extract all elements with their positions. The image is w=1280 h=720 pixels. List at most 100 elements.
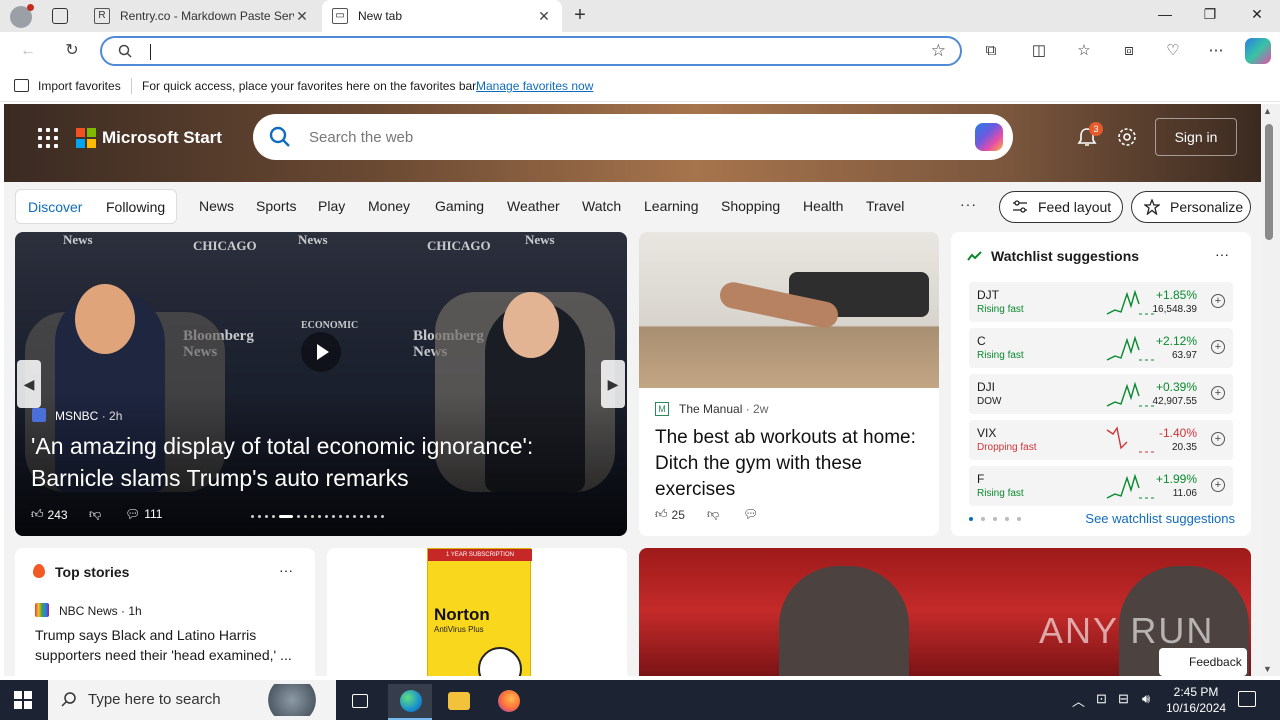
copilot-icon[interactable] (975, 123, 1003, 151)
category-money[interactable]: Money (368, 198, 410, 214)
firefox-taskbar-button[interactable] (486, 684, 530, 720)
more-categories-button[interactable]: ··· (960, 196, 977, 212)
brand-title[interactable]: Microsoft Start (102, 128, 222, 148)
tray-chevron-icon[interactable]: ︿ (1072, 691, 1085, 710)
scroll-up-arrow-icon[interactable]: ▲ (1263, 106, 1272, 116)
tab-new-tab[interactable]: ▭ New tab ✕ (322, 0, 562, 32)
notification-badge: 3 (1089, 122, 1103, 136)
close-icon[interactable]: ✕ (294, 8, 310, 25)
scrollbar-thumb[interactable] (1265, 124, 1273, 240)
like-button[interactable]: 👍︎ 25 (655, 507, 685, 522)
sign-in-button[interactable]: Sign in (1155, 118, 1237, 156)
tab-discover[interactable]: Discover (28, 199, 82, 215)
favorites-icon[interactable]: ☆ (1073, 41, 1095, 61)
profile-icon[interactable] (10, 4, 34, 28)
backdrop-text: ECONOMIC (301, 320, 359, 331)
tab-following[interactable]: Following (106, 199, 165, 215)
personalize-button[interactable]: Personalize (1131, 191, 1251, 223)
new-tab-button[interactable]: + (570, 5, 590, 27)
feedback-button[interactable]: Feedback (1159, 648, 1247, 676)
msnbc-logo-icon (32, 408, 46, 422)
window-close-button[interactable]: ✕ (1247, 6, 1267, 26)
settings-gear-icon[interactable] (1116, 126, 1138, 148)
copilot-icon[interactable] (1245, 38, 1271, 64)
featured-card[interactable]: ANY RUN Feedback (639, 548, 1251, 676)
main-story-card[interactable]: News CHICAGO News CHICAGO News Bloomberg… (15, 232, 627, 536)
network-icon[interactable]: ⊟ (1118, 691, 1129, 707)
carousel-prev-button[interactable]: ◀ (17, 360, 41, 408)
add-to-watchlist-icon[interactable]: + (1211, 294, 1225, 308)
new-tab-page: Microsoft Start Search the web 3 Sign in… (4, 104, 1261, 676)
refresh-button[interactable]: ↻ (62, 41, 82, 61)
web-search-box[interactable]: Search the web (253, 114, 1013, 160)
browser-essentials-icon[interactable]: ♡ (1162, 41, 1184, 61)
import-favorites-button[interactable]: Import favorites (38, 79, 121, 93)
split-screen-icon[interactable]: ◫ (1028, 41, 1050, 61)
add-to-watchlist-icon[interactable]: + (1211, 432, 1225, 446)
address-input[interactable] (148, 41, 908, 61)
carousel-next-button[interactable]: ▶ (601, 360, 625, 408)
notification-center-icon[interactable] (1238, 691, 1256, 707)
scroll-down-arrow-icon[interactable]: ▼ (1263, 664, 1272, 674)
article-title[interactable]: The best ab workouts at home: Ditch the … (655, 425, 929, 503)
address-bar[interactable]: ☆ (100, 36, 962, 66)
like-button[interactable]: 👍︎ 243 (31, 507, 68, 522)
category-news[interactable]: News (199, 198, 234, 214)
minimize-button[interactable]: — (1155, 6, 1175, 26)
watchlist-row[interactable]: F Rising fast +1.99% 11.06 + (969, 466, 1233, 506)
checkmark-icon (478, 647, 522, 676)
watchlist-row[interactable]: VIX Dropping fast -1.40% 20.35 + (969, 420, 1233, 460)
page-scrollbar[interactable]: ▲ ▼ (1261, 104, 1280, 676)
category-gaming[interactable]: Gaming (435, 198, 484, 214)
ad-card[interactable]: 1 YEAR SUBSCRIPTION Norton AntiVirus Plu… (327, 548, 627, 676)
play-icon[interactable] (301, 332, 341, 372)
dislike-button[interactable]: 👎︎ (707, 507, 719, 522)
category-sports[interactable]: Sports (256, 198, 296, 214)
comments-button[interactable]: 💬︎ (743, 507, 758, 521)
taskbar-search[interactable]: Type here to search (48, 680, 336, 720)
article-card[interactable]: M The Manual · 2w The best ab workouts a… (639, 232, 939, 536)
top-stories-more-button[interactable]: ··· (279, 562, 293, 578)
app-launcher-icon[interactable] (38, 128, 58, 148)
category-play[interactable]: Play (318, 198, 345, 214)
backdrop-text: News (525, 232, 555, 247)
watchlist-row[interactable]: DJT Rising fast +1.85% 16,548.39 + (969, 282, 1233, 322)
favorite-star-icon[interactable]: ☆ (931, 41, 946, 61)
add-to-watchlist-icon[interactable]: + (1211, 386, 1225, 400)
tray-app-icon[interactable]: ⊡ (1096, 691, 1107, 707)
comments-button[interactable]: 💬︎ 111 (125, 507, 162, 521)
feed-layout-button[interactable]: Feed layout (999, 191, 1123, 223)
manage-favorites-link[interactable]: Manage favorites now (476, 79, 593, 93)
extensions-icon[interactable]: ⧉ (980, 41, 1002, 61)
category-weather[interactable]: Weather (507, 198, 560, 214)
story-headline[interactable]: Trump says Black and Latino Harris suppo… (35, 625, 305, 665)
windows-start-icon[interactable] (14, 691, 32, 709)
add-to-watchlist-icon[interactable]: + (1211, 478, 1225, 492)
task-view-button[interactable] (338, 684, 382, 720)
story-headline[interactable]: 'An amazing display of total economic ig… (31, 430, 611, 494)
close-icon[interactable]: ✕ (536, 8, 552, 25)
volume-icon[interactable]: 🔊︎ (1142, 691, 1150, 707)
comment-count: 111 (144, 507, 163, 521)
tab-actions-icon[interactable] (52, 8, 68, 24)
collections-icon[interactable]: ⧈ (1118, 41, 1140, 61)
see-watchlist-link[interactable]: See watchlist suggestions (1085, 511, 1235, 526)
tab-rentry[interactable]: R Rentry.co - Markdown Paste Serv ✕ (84, 0, 320, 32)
dislike-button[interactable]: 👎︎ (89, 507, 101, 522)
category-health[interactable]: Health (803, 198, 843, 214)
watchlist-more-button[interactable]: ··· (1215, 246, 1229, 262)
add-to-watchlist-icon[interactable]: + (1211, 340, 1225, 354)
category-watch[interactable]: Watch (582, 198, 621, 214)
watchlist-row[interactable]: DJI DOW +0.39% 42,907.55 + (969, 374, 1233, 414)
restore-button[interactable]: ❐ (1200, 6, 1220, 26)
edge-taskbar-button[interactable] (388, 684, 432, 720)
category-learning[interactable]: Learning (644, 198, 699, 214)
explorer-taskbar-button[interactable] (436, 684, 480, 720)
category-shopping[interactable]: Shopping (721, 198, 780, 214)
category-travel[interactable]: Travel (866, 198, 904, 214)
back-button[interactable]: ← (18, 41, 38, 61)
watchlist-row[interactable]: C Rising fast +2.12% 63.97 + (969, 328, 1233, 368)
taskbar-clock[interactable]: 2:45 PM 10/16/2024 (1166, 684, 1226, 716)
import-favorites-icon[interactable] (14, 79, 29, 92)
settings-more-icon[interactable]: ⋯ (1205, 41, 1227, 61)
